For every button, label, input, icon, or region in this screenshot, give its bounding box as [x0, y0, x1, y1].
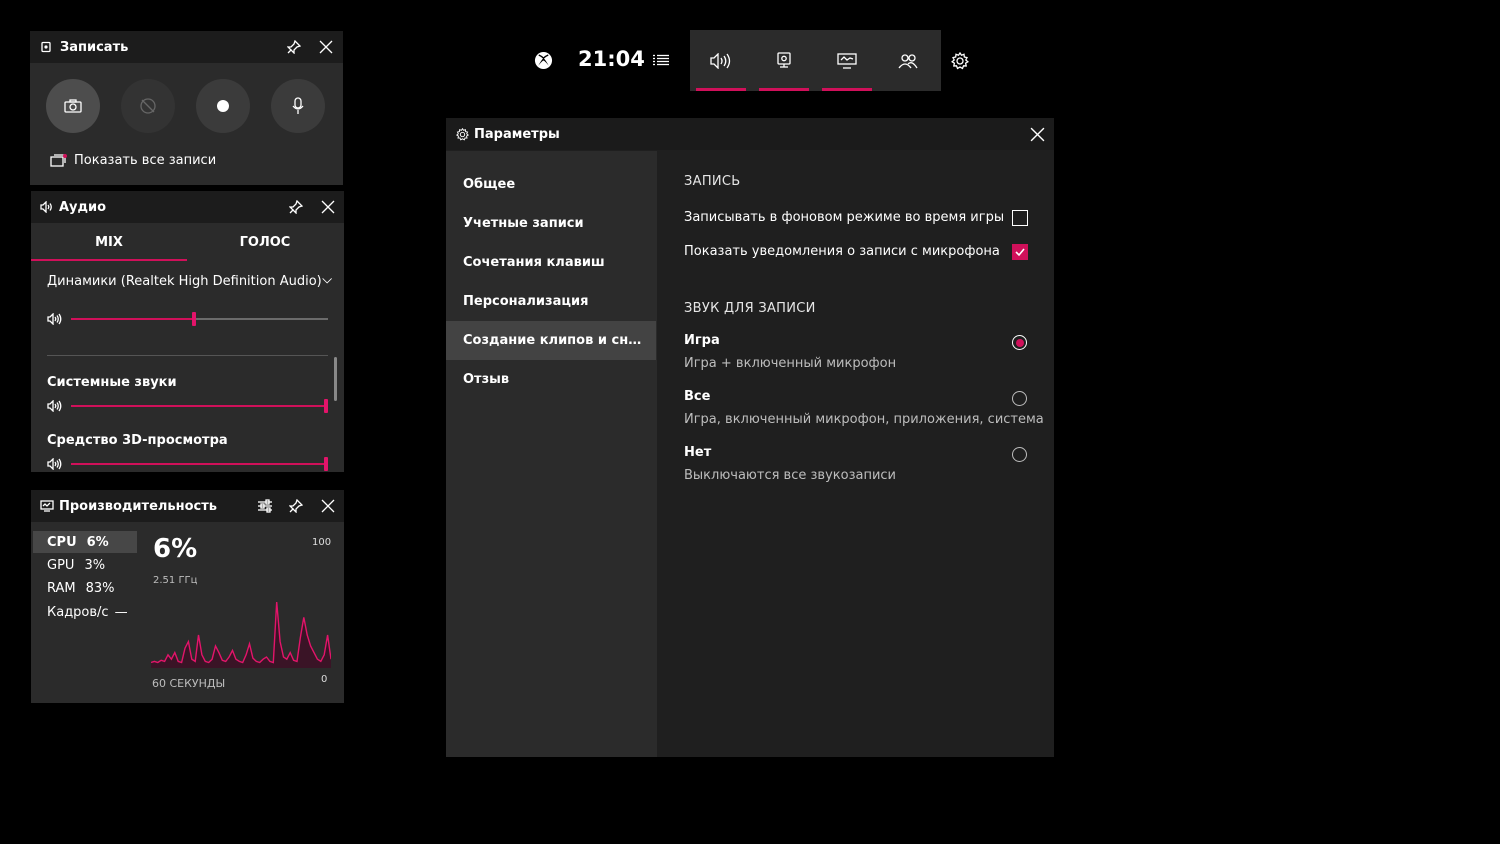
microphone-icon	[292, 97, 304, 114]
record-widget-title: Записать	[60, 39, 129, 55]
perf-graph-xlabel: 60 СЕКУНДЫ	[152, 677, 226, 690]
settings-dialog: Параметры Общее Учетные записи Сочетания…	[446, 118, 1054, 757]
gallery-icon	[50, 153, 67, 167]
record-last-icon	[140, 98, 156, 114]
perf-stat-fps[interactable]: Кадров/с —	[33, 601, 137, 623]
close-icon[interactable]	[317, 38, 335, 56]
audio-widget-button[interactable]	[693, 30, 749, 91]
performance-icon	[837, 52, 857, 69]
record-widget-icon	[38, 39, 54, 55]
nav-feedback[interactable]: Отзыв	[446, 360, 656, 399]
viewer-volume-icon[interactable]	[47, 458, 63, 470]
audio-option-all-radio[interactable]	[1012, 391, 1027, 406]
nav-personalization[interactable]: Персонализация	[446, 282, 656, 321]
record-last-button[interactable]	[121, 79, 175, 133]
camera-icon	[64, 99, 82, 113]
settings-gear-icon[interactable]	[951, 52, 969, 70]
pin-icon[interactable]	[285, 38, 303, 56]
social-icon	[898, 53, 918, 68]
checkmark-icon	[1015, 248, 1025, 257]
audio-widget-header: Аудио	[31, 191, 344, 223]
tab-mix-label: MIX	[95, 234, 123, 250]
audio-divider	[47, 355, 328, 356]
microphone-button[interactable]	[271, 79, 325, 133]
audio-scrollbar[interactable]	[334, 357, 337, 401]
background-record-checkbox[interactable]	[1012, 210, 1028, 226]
pin-icon[interactable]	[287, 497, 305, 515]
section-audio-heading: ЗВУК ДЛЯ ЗАПИСИ	[684, 301, 816, 316]
audio-option-game-radio[interactable]	[1012, 335, 1027, 350]
chevron-down-icon	[322, 278, 332, 284]
nav-general[interactable]: Общее	[446, 165, 656, 204]
audio-widget-title: Аудио	[59, 199, 107, 215]
audio-option-all-title: Все	[684, 389, 711, 404]
start-recording-button[interactable]	[196, 79, 250, 133]
cpu-history-area	[151, 602, 331, 668]
speaker-icon	[39, 199, 55, 215]
nav-accounts[interactable]: Учетные записи	[446, 204, 656, 243]
app-volume-system: Системные звуки	[47, 375, 177, 390]
audio-device-select[interactable]: Динамики (Realtek High Definition Audio)	[47, 271, 332, 291]
pin-icon[interactable]	[287, 198, 305, 216]
audio-device-label: Динамики (Realtek High Definition Audio)	[47, 273, 322, 289]
perf-graph-max: 100	[312, 537, 332, 548]
audio-option-none-radio[interactable]	[1012, 447, 1027, 462]
menu-icon[interactable]	[653, 54, 669, 66]
performance-widget: Производительность CPU 6% GPU 3% RAM 83%…	[31, 490, 344, 703]
close-icon[interactable]	[1028, 125, 1046, 143]
monitor-icon	[39, 498, 55, 514]
settings-nav: Общее Учетные записи Сочетания клавиш Пе…	[446, 151, 657, 757]
perf-stat-ram[interactable]: RAM 83%	[33, 577, 137, 599]
performance-widget-header: Производительность	[31, 490, 344, 522]
option-mic-notify-label: Показать уведомления о записи с микрофон…	[684, 244, 1000, 259]
close-icon[interactable]	[319, 497, 337, 515]
performance-widget-button[interactable]	[819, 30, 875, 91]
capture-widget-button[interactable]	[756, 30, 812, 91]
section-record-heading: ЗАПИСЬ	[684, 174, 741, 189]
perf-stat-gpu[interactable]: GPU 3%	[33, 554, 137, 576]
audio-option-game-title: Игра	[684, 333, 720, 348]
performance-widget-title: Производительность	[59, 498, 218, 514]
audio-option-all-desc: Игра, включенный микрофон, приложения, с…	[684, 412, 1044, 427]
show-all-captures-link[interactable]: Показать все записи	[50, 153, 216, 168]
audio-option-none-title: Нет	[684, 445, 712, 460]
system-volume-icon[interactable]	[47, 400, 63, 412]
capture-icon	[777, 52, 791, 68]
clock: 21:04	[578, 47, 645, 71]
audio-option-game-desc: Игра + включенный микрофон	[684, 356, 897, 371]
show-all-captures-label: Показать все записи	[74, 153, 217, 168]
record-widget-header: Записать	[30, 31, 343, 63]
tab-mix[interactable]: MIX	[31, 223, 187, 261]
viewer-volume-slider[interactable]	[71, 457, 328, 471]
audio-widget: Аудио MIX ГОЛОС Динамики (Realtek High D…	[31, 191, 344, 472]
settings-title: Параметры	[474, 126, 560, 142]
social-widget-button[interactable]	[880, 30, 936, 91]
audio-icon	[710, 52, 731, 69]
mic-notify-checkbox[interactable]	[1012, 244, 1028, 260]
perf-graph-min: 0	[321, 674, 328, 685]
nav-capturing[interactable]: Создание клипов и снимк...	[446, 321, 656, 360]
settings-header: Параметры	[446, 118, 1054, 150]
options-icon[interactable]	[256, 497, 274, 515]
app-volume-3d-viewer: Средство 3D-просмотра	[47, 433, 228, 448]
tab-mix-underline	[31, 259, 187, 261]
close-icon[interactable]	[319, 198, 337, 216]
xbox-logo-icon[interactable]	[534, 51, 553, 70]
screenshot-button[interactable]	[46, 79, 100, 133]
settings-title-gear-icon	[454, 126, 470, 142]
master-volume-icon[interactable]	[47, 313, 63, 325]
system-volume-slider[interactable]	[71, 399, 328, 413]
record-widget: Записать Показать все записи	[30, 31, 343, 185]
record-dot-icon	[217, 100, 229, 112]
cpu-history-graph	[151, 601, 331, 668]
audio-option-none-desc: Выключаются все звукозаписи	[684, 468, 896, 483]
nav-shortcuts[interactable]: Сочетания клавиш	[446, 243, 656, 282]
tab-voice-label: ГОЛОС	[239, 234, 291, 250]
perf-stat-cpu[interactable]: CPU 6%	[33, 531, 137, 553]
tab-voice[interactable]: ГОЛОС	[187, 223, 343, 261]
option-background-record-label: Записывать в фоновом режиме во время игр…	[684, 210, 1005, 225]
master-volume-slider[interactable]	[71, 312, 328, 326]
